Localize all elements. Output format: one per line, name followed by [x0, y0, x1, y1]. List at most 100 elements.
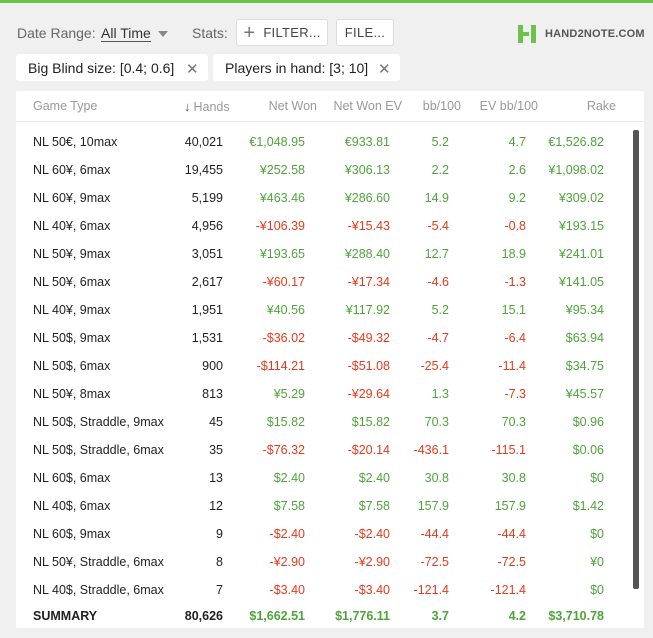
- cell-bb: -121.4: [413, 583, 449, 597]
- column-header-hands[interactable]: ↓ Hands: [184, 99, 230, 114]
- cell-evbb: 4.2: [508, 609, 526, 623]
- cell-hands: 80,626: [184, 609, 223, 623]
- column-header-bb100[interactable]: bb/100: [423, 99, 461, 113]
- cell-game: NL 50$, 6max: [33, 359, 111, 373]
- table-row[interactable]: NL 50€, 10max 40,021 €1,048.95 €933.81 5.2 4.…: [16, 129, 632, 157]
- cell-hands: 813: [202, 387, 223, 401]
- cell-bb: 70.3: [424, 415, 449, 429]
- stats-label: Stats:: [192, 25, 228, 41]
- cell-bb: -44.4: [420, 527, 450, 541]
- cell-net: -$36.02: [262, 331, 305, 345]
- file-button[interactable]: FILE...: [336, 19, 394, 46]
- table-row[interactable]: NL 50¥, Straddle, 6max 8 -¥2.90 -¥2.90 -72.5…: [16, 549, 632, 577]
- cell-hands: 13: [209, 471, 223, 485]
- cell-rake: €1,526.82: [548, 135, 604, 149]
- cell-rake: ¥141.05: [558, 275, 604, 289]
- summary-row[interactable]: SUMMARY 80,626 $1,662.51 $1,776.11 3.7 4.2 $3,…: [16, 603, 632, 628]
- cell-bb: -72.5: [420, 555, 450, 569]
- cell-hands: 8: [216, 555, 223, 569]
- cell-game: NL 40$, 6max: [33, 499, 111, 513]
- column-header-ev-bb100[interactable]: EV bb/100: [480, 99, 538, 113]
- cell-rake: ¥0: [590, 555, 604, 569]
- table-row[interactable]: NL 60$, 9max 9 -$2.40 -$2.40 -44.4 -44.4 $0: [16, 521, 632, 549]
- filter-chip-big-blind[interactable]: Big Blind size: [0.4; 0.6] ✕: [16, 54, 208, 81]
- table-row[interactable]: NL 40¥, 6max 4,956 -¥106.39 -¥15.43 -5.4 -0.8…: [16, 213, 632, 241]
- cell-rake: ¥241.01: [558, 247, 604, 261]
- vertical-scrollbar[interactable]: [633, 130, 639, 589]
- cell-evbb: -115.1: [491, 443, 526, 457]
- cell-netev: -¥17.34: [347, 275, 390, 289]
- cell-hands: 900: [202, 359, 223, 373]
- cell-game: NL 60¥, 9max: [33, 191, 111, 205]
- table-row[interactable]: NL 40¥, 9max 1,951 ¥40.56 ¥117.92 5.2 15.1 ¥95…: [16, 297, 632, 325]
- table-row[interactable]: NL 60¥, 6max 19,455 ¥252.58 ¥306.13 2.2 2.6 ¥1…: [16, 157, 632, 185]
- cell-game: NL 60$, 6max: [33, 471, 111, 485]
- cell-bb: -4.6: [427, 275, 449, 289]
- table-row[interactable]: NL 50¥, 8max 813 ¥5.29 -¥29.64 1.3 -7.3 ¥45.57: [16, 381, 632, 409]
- chip-label: Players in hand: [3; 10]: [225, 59, 369, 76]
- stats-table: Game Type ↓ Hands Net Won Net Won EV bb/1…: [16, 91, 644, 628]
- close-icon[interactable]: ✕: [378, 60, 391, 78]
- cell-hands: 40,021: [184, 135, 223, 149]
- filter-chip-players[interactable]: Players in hand: [3; 10] ✕: [213, 54, 400, 81]
- cell-bb: 12.7: [424, 247, 449, 261]
- cell-rake: $34.75: [565, 359, 604, 373]
- table-row[interactable]: NL 50$, Straddle, 9max 45 $15.82 $15.82 70.3…: [16, 409, 632, 437]
- column-header-rake[interactable]: Rake: [587, 99, 616, 113]
- cell-evbb: -72.5: [497, 555, 527, 569]
- table-row[interactable]: NL 40$, Straddle, 6max 7 -$3.40 -$3.40 -121.…: [16, 577, 632, 605]
- table-row[interactable]: NL 40$, 6max 12 $7.58 $7.58 157.9 157.9 $1.42: [16, 493, 632, 521]
- table-row[interactable]: NL 50$, 9max 1,531 -$36.02 -$49.32 -4.7 -6.4 $…: [16, 325, 632, 353]
- cell-game: NL 50$, Straddle, 9max: [33, 415, 164, 429]
- cell-game: NL 40¥, 9max: [33, 303, 111, 317]
- cell-hands: 2,617: [191, 275, 223, 289]
- cell-evbb: 4.7: [508, 135, 526, 149]
- logo-text: HAND2NOTE.COM: [545, 28, 645, 40]
- cell-game: NL 50¥, 9max: [33, 247, 111, 261]
- cell-hands: 7: [216, 583, 223, 597]
- plus-icon: +: [243, 21, 256, 44]
- close-icon[interactable]: ✕: [186, 60, 199, 78]
- filter-button-label: FILTER...: [263, 25, 321, 40]
- cell-rake: ¥193.15: [558, 219, 604, 233]
- cell-net: ¥252.58: [259, 163, 305, 177]
- column-header-net-won[interactable]: Net Won: [269, 99, 317, 113]
- cell-evbb: -0.8: [504, 219, 526, 233]
- cell-netev: -$49.32: [347, 331, 390, 345]
- cell-rake: $0: [590, 527, 604, 541]
- table-row[interactable]: NL 50$, 6max 900 -$114.21 -$51.08 -25.4 -11.4…: [16, 353, 632, 381]
- column-header-net-won-ev[interactable]: Net Won EV: [333, 99, 402, 113]
- cell-net: -$114.21: [256, 359, 305, 373]
- cell-net: -¥2.90: [269, 555, 305, 569]
- cell-rake: $0: [590, 583, 604, 597]
- cell-net: €1,048.95: [249, 135, 305, 149]
- cell-evbb: -1.3: [504, 275, 526, 289]
- arrow-down-icon: ↓: [184, 99, 191, 114]
- cell-net: -¥106.39: [255, 219, 305, 233]
- cell-hands: 4,956: [191, 219, 223, 233]
- cell-net: -$2.40: [269, 527, 305, 541]
- cell-rake: ¥45.57: [565, 387, 604, 401]
- cell-netev: -¥29.64: [347, 387, 390, 401]
- cell-rake: $63.94: [565, 331, 604, 345]
- cell-netev: -$2.40: [354, 527, 390, 541]
- file-button-label: FILE...: [344, 25, 386, 40]
- table-row[interactable]: NL 50$, Straddle, 6max 35 -$76.32 -$20.14 -4…: [16, 437, 632, 465]
- chevron-down-icon[interactable]: [158, 31, 168, 37]
- cell-game: NL 50$, 9max: [33, 331, 111, 345]
- cell-evbb: 15.1: [501, 303, 526, 317]
- cell-hands: 12: [209, 499, 223, 513]
- table-row[interactable]: NL 60¥, 9max 5,199 ¥463.46 ¥286.60 14.9 9.2 ¥3…: [16, 185, 632, 213]
- date-range-dropdown[interactable]: All Time: [101, 25, 151, 42]
- cell-bb: -25.4: [420, 359, 450, 373]
- cell-hands: 1,531: [191, 331, 223, 345]
- column-header-game-type[interactable]: Game Type: [33, 99, 97, 113]
- table-row[interactable]: NL 50¥, 6max 2,617 -¥60.17 -¥17.34 -4.6 -1.3 ¥…: [16, 269, 632, 297]
- hands-header-label: Hands: [193, 100, 230, 114]
- table-row[interactable]: NL 50¥, 9max 3,051 ¥193.65 ¥288.40 12.7 18.9 ¥…: [16, 241, 632, 269]
- cell-rake: $0: [590, 471, 604, 485]
- cell-evbb: -44.4: [497, 527, 527, 541]
- table-row[interactable]: NL 60$, 6max 13 $2.40 $2.40 30.8 30.8 $0: [16, 465, 632, 493]
- filter-button[interactable]: + FILTER...: [236, 19, 328, 46]
- cell-game: NL 50¥, Straddle, 6max: [33, 555, 164, 569]
